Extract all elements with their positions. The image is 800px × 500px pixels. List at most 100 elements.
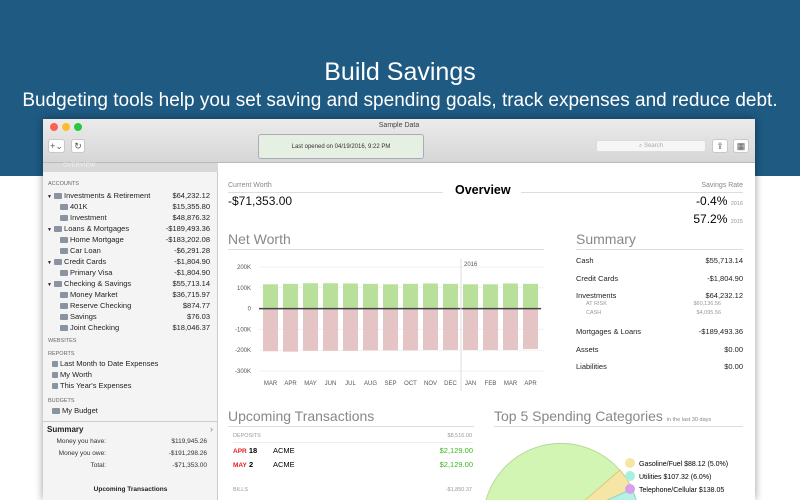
summary-row: Investments $64,232.12 — [576, 291, 743, 300]
bank-icon — [60, 325, 68, 331]
search-input[interactable]: ⌕ Search — [596, 140, 706, 152]
sidebar-account-item[interactable]: Money Market $36,715.97 — [43, 289, 213, 300]
websites-header: WEBSITES — [48, 338, 77, 344]
last-opened-status: Last opened on 04/19/2016, 9:22 PM — [258, 134, 424, 159]
sidebar-account-item[interactable]: Reserve Checking $874.77 — [43, 300, 213, 311]
x-tick-label: DEC — [444, 381, 457, 387]
worth-bar — [343, 283, 358, 309]
sidebar-account-item[interactable]: Joint Checking $18,046.37 — [43, 322, 213, 333]
expense-bar — [343, 308, 358, 351]
sidebar-account-item[interactable]: ▼ Loans & Mortgages -$189,493.36 — [43, 223, 213, 234]
expense-bar — [323, 308, 338, 351]
y-tick-label: 0 — [248, 307, 252, 313]
sidebar-account-item[interactable]: Home Mortgage -$183,202.08 — [43, 234, 213, 245]
y-tick-label: -200K — [235, 348, 251, 354]
bank-icon — [60, 204, 68, 210]
worth-bar — [443, 283, 458, 309]
sidebar-report-item[interactable]: This Year's Expenses — [43, 380, 213, 391]
summary-row: Credit Cards -$1,804.90 — [576, 273, 743, 283]
sidebar-account-item[interactable]: ▼ Investments & Retirement $64,232.12 — [43, 190, 213, 201]
x-tick-label: JUL — [345, 381, 356, 387]
folder-icon — [54, 226, 63, 232]
folder-icon — [54, 259, 63, 265]
summary-subrow: AT RISK $60,136.56 — [586, 301, 721, 307]
sidebar-summary-title: Summary — [47, 425, 84, 434]
expense-bar — [263, 308, 278, 352]
y-tick-label: -300K — [235, 369, 251, 375]
transaction-row[interactable]: MAY 2 ACME $2,129.00 — [233, 460, 473, 469]
sidebar-account-item[interactable]: Savings $76.03 — [43, 311, 213, 322]
sidebar-account-item[interactable]: ▼ Credit Cards -$1,804.90 — [43, 256, 213, 267]
bank-icon — [60, 303, 68, 309]
page-title: Overview — [455, 183, 511, 197]
worth-bar — [323, 283, 338, 309]
worth-bar — [523, 283, 538, 309]
spending-title: Top 5 Spending Categories in the last 30… — [494, 408, 712, 424]
net-worth-chart: 200K 100K 0 -100K -200K -300K MAR APR MAY JUN JUL A… — [235, 259, 544, 391]
bank-icon — [60, 314, 68, 320]
sidebar-account-item[interactable]: Car Loan -$6,291.28 — [43, 245, 213, 256]
calendar-icon: ▦ — [736, 141, 746, 151]
x-tick-label: APR — [524, 381, 537, 387]
banner-subtitle: Budgeting tools help you set saving and … — [22, 90, 778, 111]
money-total: -$71,353.00 — [172, 462, 207, 469]
summary-row: Assets $0.00 — [576, 344, 743, 354]
spending-pie — [485, 442, 637, 500]
x-tick-label: MAR — [504, 381, 518, 387]
sidebar-overview[interactable]: OVERVIEW — [43, 163, 218, 172]
refresh-button[interactable]: ↻ — [71, 139, 85, 153]
report-button[interactable]: ▦ — [733, 139, 749, 153]
overview-pane: Current Worth -$71,353.00 Overview Savin… — [219, 163, 755, 500]
sidebar-item-budget[interactable]: My Budget — [43, 405, 213, 416]
sidebar-upcoming-title: Upcoming Transactions — [93, 486, 168, 493]
disclosure-triangle-icon[interactable]: ▼ — [47, 227, 52, 233]
sidebar-account-item[interactable]: 401K $15,355.80 — [43, 201, 213, 212]
y-tick-label: 200K — [237, 265, 251, 271]
report-icon — [52, 383, 58, 389]
legend-item: Telephone/Cellular $138.05 — [625, 484, 724, 494]
sidebar-report-item[interactable]: Last Month to Date Expenses — [43, 358, 213, 369]
summary-row: Cash $55,713.14 — [576, 256, 743, 265]
summary-row: Mortgages & Loans -$189,493.36 — [576, 327, 743, 336]
sidebar-account-item[interactable]: Primary Visa -$1,804.90 — [43, 267, 213, 278]
worth-bar — [403, 283, 418, 309]
worth-bar — [503, 283, 518, 309]
add-button[interactable]: +⌄ — [48, 139, 65, 153]
current-worth: -$71,353.00 — [228, 194, 293, 208]
transaction-row[interactable]: APR 18 ACME $2,129.00 — [233, 446, 473, 455]
sidebar-report-item[interactable]: My Worth — [43, 369, 213, 380]
x-tick-label: OCT — [404, 381, 417, 387]
year-annotation: 2016 — [464, 262, 478, 268]
expense-bar — [403, 308, 418, 351]
upcoming-title: Upcoming Transactions — [228, 408, 375, 424]
x-tick-label: JUN — [325, 381, 337, 387]
money-owe: -$191,298.26 — [168, 450, 207, 457]
expense-bar — [383, 308, 398, 351]
sidebar-account-item[interactable]: Investment $48,876.32 — [43, 212, 213, 223]
window-title: Sample Data — [378, 122, 420, 129]
upload-icon: ⇪ — [716, 141, 724, 151]
legend-item: Gasoline/Fuel $88.12 (5.0%) — [625, 458, 728, 468]
expense-bar — [483, 308, 498, 350]
chevron-right-icon[interactable]: › — [210, 424, 213, 434]
y-tick-label: 100K — [237, 286, 251, 292]
sidebar: OVERVIEW ACCOUNTS ▼ Investments & Retire… — [43, 163, 218, 500]
sidebar-account-item[interactable]: ▼ Checking & Savings $55,713.14 — [43, 278, 213, 289]
summary-title: Summary — [576, 231, 636, 247]
bank-icon — [60, 237, 68, 243]
legend-item: Utilities $107.32 (6.0%) — [625, 471, 711, 481]
net-worth-title: Net Worth — [228, 231, 291, 247]
x-tick-label: FEB — [485, 381, 497, 387]
export-button[interactable]: ⇪ — [712, 139, 728, 153]
legend-swatch — [625, 458, 635, 468]
worth-bar — [383, 284, 398, 309]
disclosure-triangle-icon[interactable]: ▼ — [47, 194, 52, 200]
y-tick-label: -100K — [235, 327, 251, 333]
summary-subrow: CASH $4,095.56 — [586, 310, 721, 316]
folder-icon — [54, 281, 63, 287]
disclosure-triangle-icon[interactable]: ▼ — [47, 282, 52, 288]
x-tick-label: JAN — [465, 381, 476, 387]
x-tick-label: SEP — [384, 381, 396, 387]
legend-swatch — [625, 484, 635, 494]
disclosure-triangle-icon[interactable]: ▼ — [47, 260, 52, 266]
